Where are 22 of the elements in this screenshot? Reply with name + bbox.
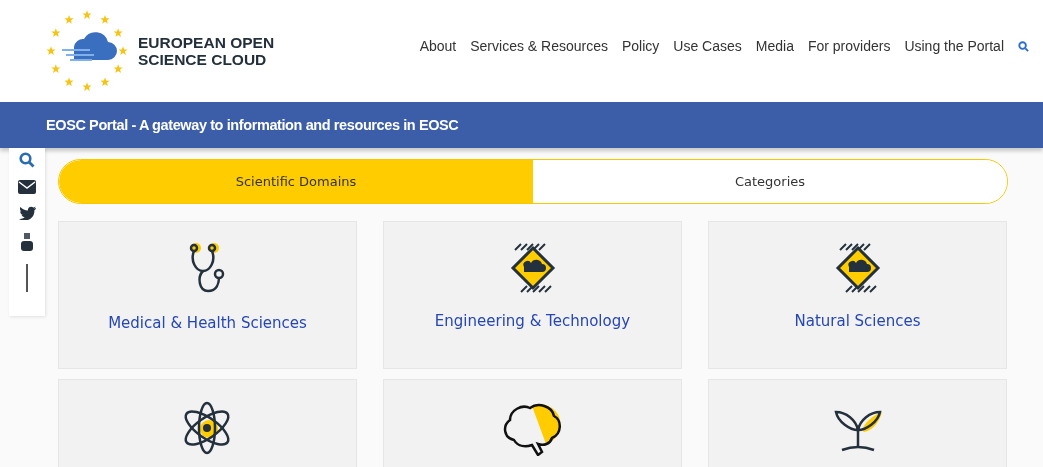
logo-text: EUROPEAN OPEN	[138, 34, 275, 51]
mail-icon[interactable]	[18, 180, 36, 194]
nav-link[interactable]: About	[419, 38, 457, 54]
domain-card[interactable]: Medical & Health Sciences	[58, 221, 357, 369]
search-icon[interactable]	[19, 152, 35, 168]
domain-card[interactable]: Engineering & Technology	[383, 221, 682, 369]
search-icon[interactable]	[1018, 40, 1029, 52]
vertical-line-icon	[26, 264, 28, 292]
nav-link[interactable]: Policy	[621, 38, 660, 54]
nav-link[interactable]: Using the Portal	[904, 38, 1004, 54]
tab[interactable]: Scientific Domains	[59, 160, 533, 203]
banner-title: EOSC Portal - A gateway to information and resources in EOSC	[46, 117, 459, 133]
domain-link[interactable]: Medical & Health Sciences	[108, 314, 307, 332]
nav-link[interactable]: Use Cases	[673, 38, 742, 54]
logo-text: SCIENCE CLOUD	[138, 51, 268, 68]
nav-link[interactable]: For providers	[807, 38, 891, 54]
nav-link[interactable]: Media	[755, 38, 794, 54]
bird-icon[interactable]	[18, 206, 36, 220]
domain-card[interactable]: Natural Sciences	[708, 221, 1007, 369]
domain-link[interactable]: Natural Sciences	[794, 312, 921, 330]
domain-link[interactable]: Engineering & Technology	[434, 312, 631, 330]
nav-link[interactable]: Services & Resources	[470, 38, 608, 54]
